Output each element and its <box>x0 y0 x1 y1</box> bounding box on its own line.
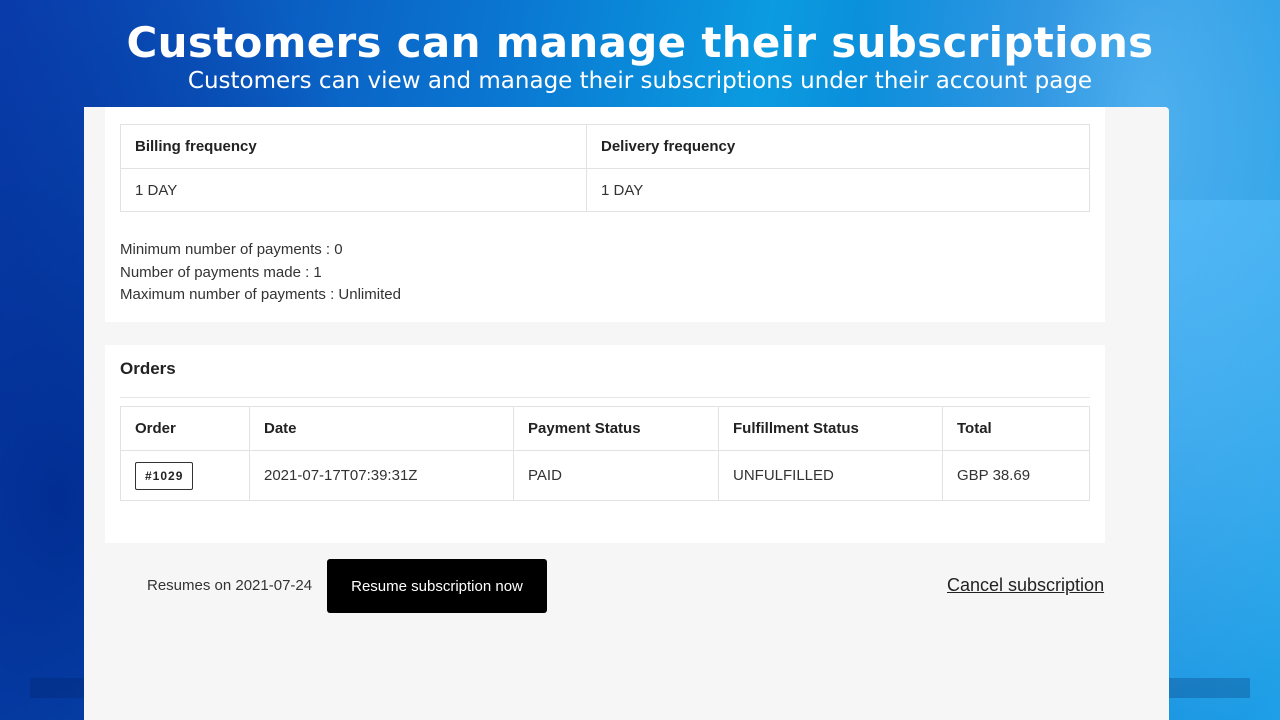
order-total: GBP 38.69 <box>942 450 1090 501</box>
payment-status-header: Payment Status <box>513 406 719 451</box>
total-header: Total <box>942 406 1090 451</box>
frequency-table: Billing frequency Delivery frequency 1 D… <box>120 124 1090 212</box>
min-payments: Minimum number of payments : 0 <box>120 241 343 258</box>
payments-info: Minimum number of payments : 0 Number of… <box>120 239 401 307</box>
orders-table: Order Date Payment Status Fulfillment St… <box>120 406 1090 501</box>
hero-subtitle: Customers can view and manage their subs… <box>187 68 1093 94</box>
table-header-row: Order Date Payment Status Fulfillment St… <box>120 406 1090 451</box>
hero-title: Customers can manage their subscriptions <box>126 18 1154 67</box>
delivery-frequency-value: 1 DAY <box>586 168 1090 212</box>
fulfillment-status-header: Fulfillment Status <box>718 406 943 451</box>
delivery-frequency-header: Delivery frequency <box>586 124 1090 169</box>
payment-status: PAID <box>513 450 719 501</box>
billing-frequency-value: 1 DAY <box>120 168 587 212</box>
order-header: Order <box>120 406 250 451</box>
cancel-subscription-link[interactable]: Cancel subscription <box>947 575 1104 596</box>
order-date: 2021-07-17T07:39:31Z <box>249 450 514 501</box>
table-row: #1029 2021-07-17T07:39:31Z PAID UNFULFIL… <box>120 450 1090 501</box>
order-number-link[interactable]: #1029 <box>135 461 194 490</box>
billing-frequency-header: Billing frequency <box>120 124 587 169</box>
resume-subscription-button[interactable]: Resume subscription now <box>327 559 547 613</box>
resumes-on-text: Resumes on 2021-07-24 <box>147 577 313 594</box>
orders-card: Orders Order Date Payment Status Fulfill… <box>105 345 1105 543</box>
subscription-details-card: Billing frequency Delivery frequency 1 D… <box>105 107 1105 322</box>
max-payments: Maximum number of payments : Unlimited <box>120 286 401 303</box>
date-header: Date <box>249 406 514 451</box>
orders-title: Orders <box>120 359 176 378</box>
fulfillment-status: UNFULFILLED <box>718 450 943 501</box>
payments-made: Number of payments made : 1 <box>120 263 322 281</box>
divider <box>120 397 1090 398</box>
